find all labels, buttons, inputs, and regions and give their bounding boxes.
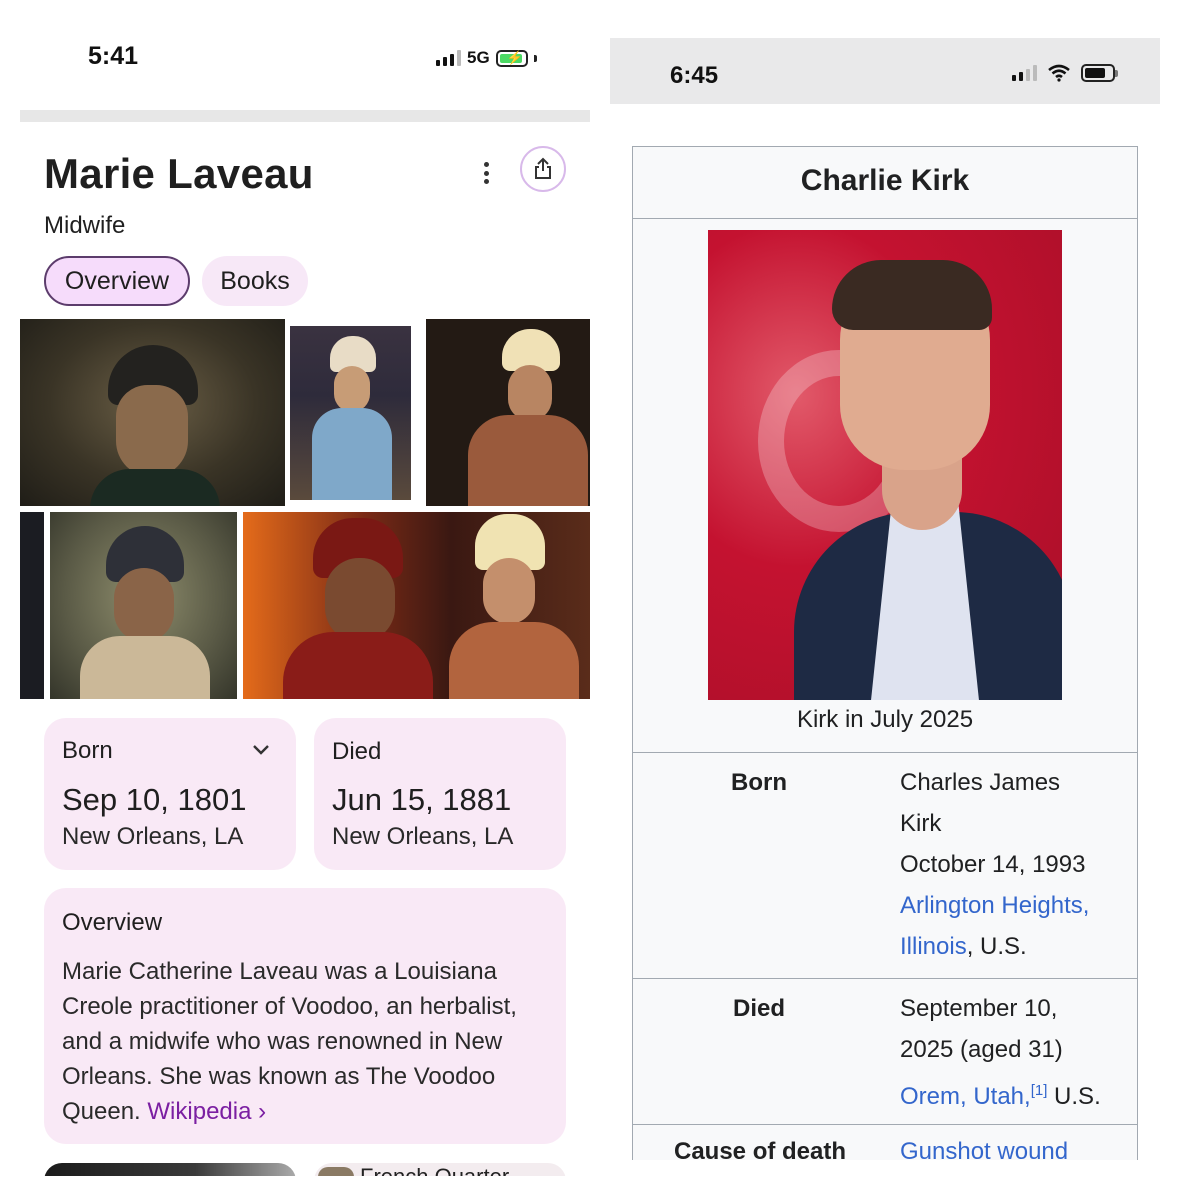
entity-title: Marie Laveau xyxy=(44,150,314,197)
battery-charging-icon: ⚡ xyxy=(495,49,528,67)
status-time: 6:45 xyxy=(670,62,719,89)
died-date: Jun 15, 1881 xyxy=(332,782,512,817)
died-value: September 10, 2025 (aged 31) Orem, Utah,… xyxy=(900,988,1140,1117)
chevron-down-icon[interactable] xyxy=(250,741,272,759)
image-tile-2[interactable] xyxy=(290,326,411,500)
signal-icon xyxy=(436,50,461,66)
status-icons xyxy=(1012,64,1118,82)
tab-overview[interactable]: Overview xyxy=(44,256,190,306)
died-label: Died xyxy=(332,738,382,765)
signal-icon xyxy=(1012,65,1037,81)
header-divider xyxy=(20,110,590,122)
died-place-link[interactable]: Orem, Utah, xyxy=(900,1083,1031,1110)
born-value: Charles James Kirk October 14, 1993 Arli… xyxy=(900,762,1136,967)
born-name-line-1: Charles James xyxy=(900,769,1061,796)
battery-icon xyxy=(1081,64,1115,82)
born-name-line-2: Kirk xyxy=(900,810,942,837)
share-icon xyxy=(535,157,551,179)
image-tile-6[interactable] xyxy=(243,512,590,699)
died-place: New Orleans, LA xyxy=(332,823,514,850)
born-place: New Orleans, LA xyxy=(62,823,244,850)
entity-subtitle: Midwife xyxy=(44,212,126,239)
image-tile-5[interactable] xyxy=(50,512,237,699)
image-tile-4[interactable] xyxy=(20,512,44,699)
overview-text: Marie Catherine Laveau was a Louisiana C… xyxy=(62,954,562,1129)
wifi-icon xyxy=(1048,64,1070,82)
born-place-link-2[interactable]: Illinois xyxy=(900,933,967,960)
died-reference[interactable]: [1] xyxy=(1031,1082,1048,1099)
born-place-link-1[interactable]: Arlington Heights, xyxy=(900,892,1089,919)
born-date: October 14, 1993 xyxy=(900,851,1086,878)
overview-heading: Overview xyxy=(62,909,163,936)
left-screenshot-google-panel: 5:41 5G ⚡ Marie Laveau Midwife Overview … xyxy=(0,0,600,1200)
died-label: Died xyxy=(732,995,785,1022)
infobox-title: Charlie Kirk xyxy=(800,164,970,197)
portrait-photo[interactable] xyxy=(708,230,1062,700)
born-place-suffix: , U.S. xyxy=(966,933,1027,960)
image-tile-1[interactable] xyxy=(20,319,285,506)
born-label: Born xyxy=(731,769,787,796)
photo-caption: Kirk in July 2025 xyxy=(796,706,974,733)
born-label: Born xyxy=(62,737,113,764)
died-date-line-1: September 10, xyxy=(900,995,1058,1022)
overview-body: Marie Catherine Laveau was a Louisiana C… xyxy=(62,958,517,1125)
more-options-icon[interactable] xyxy=(476,160,496,186)
status-icons: 5G ⚡ xyxy=(436,46,537,70)
wikipedia-link[interactable]: Wikipedia › xyxy=(147,1098,266,1125)
died-date-line-2: 2025 (aged 31) xyxy=(900,1036,1063,1063)
born-date: Sep 10, 1801 xyxy=(62,782,247,817)
image-tile-3[interactable] xyxy=(426,319,590,506)
network-label: 5G xyxy=(467,48,490,67)
right-screenshot-wikipedia-infobox: 6:45 Charlie Kirk Kirk in July 2025 Born… xyxy=(600,0,1200,1200)
share-button[interactable] xyxy=(520,146,566,192)
status-time: 5:41 xyxy=(88,42,139,70)
died-place-suffix: U.S. xyxy=(1047,1083,1101,1110)
tab-books[interactable]: Books xyxy=(202,256,308,306)
